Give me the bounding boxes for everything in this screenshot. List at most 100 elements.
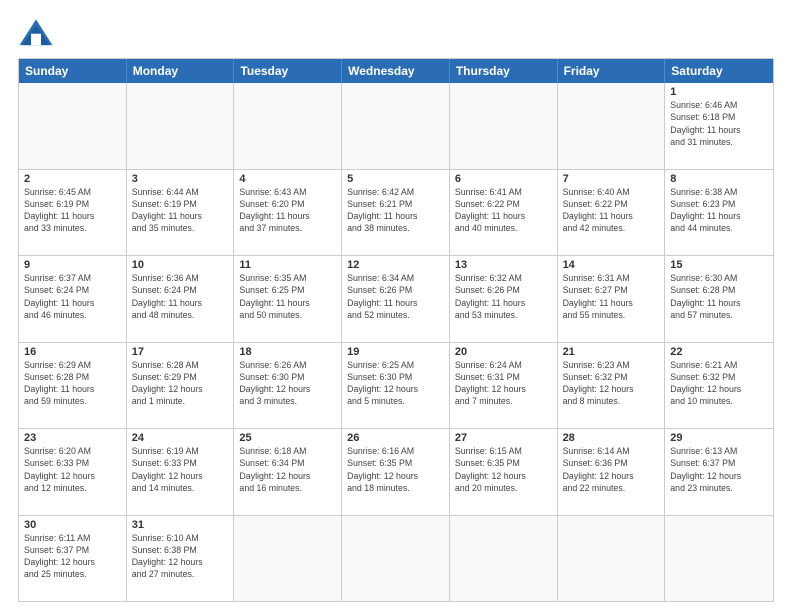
day-info: Sunrise: 6:16 AM Sunset: 6:35 PM Dayligh… (347, 445, 444, 494)
day-info: Sunrise: 6:18 AM Sunset: 6:34 PM Dayligh… (239, 445, 336, 494)
day-cell-24: 24Sunrise: 6:19 AM Sunset: 6:33 PM Dayli… (127, 429, 235, 515)
day-number: 8 (670, 173, 768, 185)
empty-cell-0-5 (558, 83, 666, 169)
day-info: Sunrise: 6:14 AM Sunset: 6:36 PM Dayligh… (563, 445, 660, 494)
day-number: 5 (347, 173, 444, 185)
day-cell-20: 20Sunrise: 6:24 AM Sunset: 6:31 PM Dayli… (450, 343, 558, 429)
weekday-header-saturday: Saturday (665, 59, 773, 83)
calendar-row-5: 30Sunrise: 6:11 AM Sunset: 6:37 PM Dayli… (19, 515, 773, 602)
logo-icon (18, 18, 54, 48)
day-number: 1 (670, 86, 768, 98)
day-cell-10: 10Sunrise: 6:36 AM Sunset: 6:24 PM Dayli… (127, 256, 235, 342)
day-number: 30 (24, 519, 121, 531)
empty-cell-5-5 (558, 516, 666, 602)
day-cell-7: 7Sunrise: 6:40 AM Sunset: 6:22 PM Daylig… (558, 170, 666, 256)
day-number: 27 (455, 432, 552, 444)
empty-cell-5-3 (342, 516, 450, 602)
day-info: Sunrise: 6:15 AM Sunset: 6:35 PM Dayligh… (455, 445, 552, 494)
day-cell-29: 29Sunrise: 6:13 AM Sunset: 6:37 PM Dayli… (665, 429, 773, 515)
day-cell-9: 9Sunrise: 6:37 AM Sunset: 6:24 PM Daylig… (19, 256, 127, 342)
day-cell-19: 19Sunrise: 6:25 AM Sunset: 6:30 PM Dayli… (342, 343, 450, 429)
day-cell-6: 6Sunrise: 6:41 AM Sunset: 6:22 PM Daylig… (450, 170, 558, 256)
weekday-header-thursday: Thursday (450, 59, 558, 83)
day-number: 26 (347, 432, 444, 444)
day-info: Sunrise: 6:20 AM Sunset: 6:33 PM Dayligh… (24, 445, 121, 494)
day-number: 2 (24, 173, 121, 185)
day-info: Sunrise: 6:26 AM Sunset: 6:30 PM Dayligh… (239, 359, 336, 408)
day-info: Sunrise: 6:38 AM Sunset: 6:23 PM Dayligh… (670, 186, 768, 235)
day-cell-18: 18Sunrise: 6:26 AM Sunset: 6:30 PM Dayli… (234, 343, 342, 429)
calendar-row-4: 23Sunrise: 6:20 AM Sunset: 6:33 PM Dayli… (19, 428, 773, 515)
empty-cell-0-4 (450, 83, 558, 169)
day-info: Sunrise: 6:30 AM Sunset: 6:28 PM Dayligh… (670, 272, 768, 321)
day-info: Sunrise: 6:25 AM Sunset: 6:30 PM Dayligh… (347, 359, 444, 408)
day-info: Sunrise: 6:40 AM Sunset: 6:22 PM Dayligh… (563, 186, 660, 235)
day-number: 7 (563, 173, 660, 185)
day-cell-25: 25Sunrise: 6:18 AM Sunset: 6:34 PM Dayli… (234, 429, 342, 515)
day-info: Sunrise: 6:23 AM Sunset: 6:32 PM Dayligh… (563, 359, 660, 408)
calendar-body: 1Sunrise: 6:46 AM Sunset: 6:18 PM Daylig… (19, 83, 773, 601)
day-number: 13 (455, 259, 552, 271)
day-cell-23: 23Sunrise: 6:20 AM Sunset: 6:33 PM Dayli… (19, 429, 127, 515)
day-number: 10 (132, 259, 229, 271)
day-number: 16 (24, 346, 121, 358)
day-cell-13: 13Sunrise: 6:32 AM Sunset: 6:26 PM Dayli… (450, 256, 558, 342)
day-number: 3 (132, 173, 229, 185)
page: SundayMondayTuesdayWednesdayThursdayFrid… (0, 0, 792, 612)
day-info: Sunrise: 6:37 AM Sunset: 6:24 PM Dayligh… (24, 272, 121, 321)
day-info: Sunrise: 6:42 AM Sunset: 6:21 PM Dayligh… (347, 186, 444, 235)
day-cell-21: 21Sunrise: 6:23 AM Sunset: 6:32 PM Dayli… (558, 343, 666, 429)
calendar-header: SundayMondayTuesdayWednesdayThursdayFrid… (19, 59, 773, 83)
calendar-row-1: 2Sunrise: 6:45 AM Sunset: 6:19 PM Daylig… (19, 169, 773, 256)
day-info: Sunrise: 6:24 AM Sunset: 6:31 PM Dayligh… (455, 359, 552, 408)
day-cell-28: 28Sunrise: 6:14 AM Sunset: 6:36 PM Dayli… (558, 429, 666, 515)
day-number: 24 (132, 432, 229, 444)
day-cell-16: 16Sunrise: 6:29 AM Sunset: 6:28 PM Dayli… (19, 343, 127, 429)
day-cell-11: 11Sunrise: 6:35 AM Sunset: 6:25 PM Dayli… (234, 256, 342, 342)
day-cell-14: 14Sunrise: 6:31 AM Sunset: 6:27 PM Dayli… (558, 256, 666, 342)
day-info: Sunrise: 6:32 AM Sunset: 6:26 PM Dayligh… (455, 272, 552, 321)
day-number: 21 (563, 346, 660, 358)
calendar-row-3: 16Sunrise: 6:29 AM Sunset: 6:28 PM Dayli… (19, 342, 773, 429)
weekday-header-tuesday: Tuesday (234, 59, 342, 83)
day-cell-8: 8Sunrise: 6:38 AM Sunset: 6:23 PM Daylig… (665, 170, 773, 256)
day-cell-2: 2Sunrise: 6:45 AM Sunset: 6:19 PM Daylig… (19, 170, 127, 256)
day-cell-30: 30Sunrise: 6:11 AM Sunset: 6:37 PM Dayli… (19, 516, 127, 602)
day-cell-1: 1Sunrise: 6:46 AM Sunset: 6:18 PM Daylig… (665, 83, 773, 169)
day-info: Sunrise: 6:35 AM Sunset: 6:25 PM Dayligh… (239, 272, 336, 321)
day-info: Sunrise: 6:21 AM Sunset: 6:32 PM Dayligh… (670, 359, 768, 408)
day-cell-26: 26Sunrise: 6:16 AM Sunset: 6:35 PM Dayli… (342, 429, 450, 515)
day-info: Sunrise: 6:31 AM Sunset: 6:27 PM Dayligh… (563, 272, 660, 321)
day-number: 17 (132, 346, 229, 358)
empty-cell-0-3 (342, 83, 450, 169)
calendar: SundayMondayTuesdayWednesdayThursdayFrid… (18, 58, 774, 602)
day-number: 19 (347, 346, 444, 358)
day-info: Sunrise: 6:45 AM Sunset: 6:19 PM Dayligh… (24, 186, 121, 235)
empty-cell-0-1 (127, 83, 235, 169)
day-info: Sunrise: 6:36 AM Sunset: 6:24 PM Dayligh… (132, 272, 229, 321)
day-number: 9 (24, 259, 121, 271)
day-number: 18 (239, 346, 336, 358)
day-info: Sunrise: 6:44 AM Sunset: 6:19 PM Dayligh… (132, 186, 229, 235)
header (18, 18, 774, 48)
day-info: Sunrise: 6:28 AM Sunset: 6:29 PM Dayligh… (132, 359, 229, 408)
empty-cell-5-2 (234, 516, 342, 602)
weekday-header-sunday: Sunday (19, 59, 127, 83)
day-number: 29 (670, 432, 768, 444)
day-cell-15: 15Sunrise: 6:30 AM Sunset: 6:28 PM Dayli… (665, 256, 773, 342)
day-number: 14 (563, 259, 660, 271)
day-cell-22: 22Sunrise: 6:21 AM Sunset: 6:32 PM Dayli… (665, 343, 773, 429)
weekday-header-wednesday: Wednesday (342, 59, 450, 83)
day-number: 25 (239, 432, 336, 444)
day-number: 22 (670, 346, 768, 358)
empty-cell-5-4 (450, 516, 558, 602)
day-number: 6 (455, 173, 552, 185)
day-cell-5: 5Sunrise: 6:42 AM Sunset: 6:21 PM Daylig… (342, 170, 450, 256)
day-info: Sunrise: 6:43 AM Sunset: 6:20 PM Dayligh… (239, 186, 336, 235)
calendar-row-0: 1Sunrise: 6:46 AM Sunset: 6:18 PM Daylig… (19, 83, 773, 169)
day-number: 28 (563, 432, 660, 444)
day-info: Sunrise: 6:13 AM Sunset: 6:37 PM Dayligh… (670, 445, 768, 494)
empty-cell-5-6 (665, 516, 773, 602)
day-cell-3: 3Sunrise: 6:44 AM Sunset: 6:19 PM Daylig… (127, 170, 235, 256)
day-cell-17: 17Sunrise: 6:28 AM Sunset: 6:29 PM Dayli… (127, 343, 235, 429)
